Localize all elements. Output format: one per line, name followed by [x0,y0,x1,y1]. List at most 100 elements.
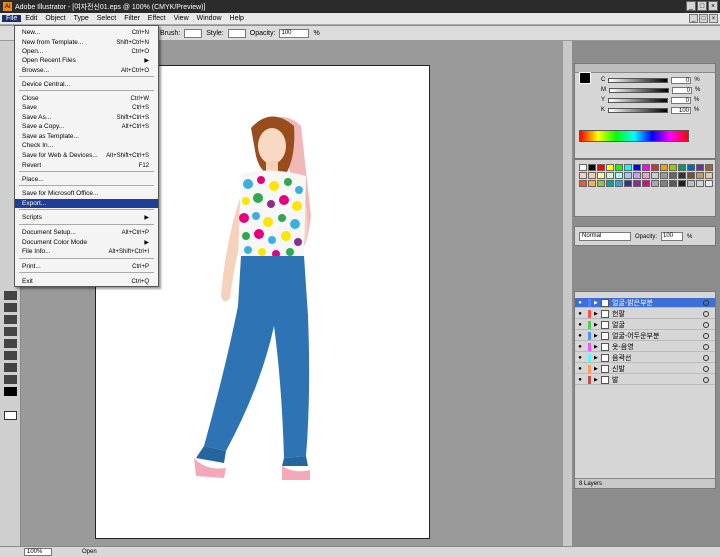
swatch[interactable] [597,180,605,187]
layer-target-icon[interactable] [703,299,709,306]
expand-triangle-icon[interactable]: ▶ [594,377,601,383]
file-menu-item[interactable]: Revert F12 [15,161,158,170]
expand-triangle-icon[interactable]: ▶ [594,311,601,317]
swatch[interactable] [687,164,695,171]
layer-target-icon[interactable] [703,354,709,361]
tool-icon[interactable] [4,291,17,300]
visibility-eye-icon[interactable]: ● [575,366,585,372]
expand-triangle-icon[interactable]: ▶ [594,344,601,350]
expand-triangle-icon[interactable]: ▶ [594,333,601,339]
fill-color-icon[interactable] [4,387,17,396]
swatch[interactable] [678,180,686,187]
file-menu-item[interactable]: New... Ctrl+N [15,28,158,37]
swatch[interactable] [588,172,596,179]
zoom-level-dropdown[interactable]: 100% [24,548,52,556]
file-menu-item[interactable]: Open Recent Files ▶ [15,56,158,65]
expand-triangle-icon[interactable]: ▶ [594,322,601,328]
swatch[interactable] [669,164,677,171]
swatch[interactable] [615,172,623,179]
file-menu-item[interactable]: Save a Copy... Alt+Ctrl+S [15,122,158,131]
file-menu-item[interactable]: Document Color Mode ▶ [15,238,158,247]
file-menu-item[interactable]: Save As... Shift+Ctrl+S [15,113,158,122]
layer-row[interactable]: ● ▶ 헌팔 [575,309,715,319]
swatch[interactable] [579,172,587,179]
swatch[interactable] [678,164,686,171]
file-menu-item[interactable]: File Info... Alt+Shift+Ctrl+I [15,247,158,256]
layer-row[interactable]: ● ▶ 얼굴-밝은부분 [575,298,715,308]
visibility-eye-icon[interactable]: ● [575,300,585,306]
vertical-scrollbar[interactable] [562,41,572,546]
doc-restore-button[interactable]: □ [699,14,708,23]
swatch[interactable] [642,180,650,187]
magenta-value[interactable]: 0 [672,86,692,94]
swatch[interactable] [579,164,587,171]
expand-triangle-icon[interactable]: ▶ [594,355,601,361]
cyan-slider[interactable] [608,77,669,83]
swatch[interactable] [642,172,650,179]
swatch[interactable] [606,172,614,179]
layer-target-icon[interactable] [703,310,709,317]
swatch[interactable] [705,180,713,187]
swatch[interactable] [588,180,596,187]
swatch[interactable] [687,172,695,179]
visibility-eye-icon[interactable]: ● [575,344,585,350]
blend-mode-dropdown[interactable]: Normal [579,232,631,241]
layer-row[interactable]: ● ▶ 음곽선 [575,353,715,363]
swatch[interactable] [678,172,686,179]
layer-row[interactable]: ● ▶ 옷-음영 [575,342,715,352]
swatch[interactable] [651,172,659,179]
minimize-button[interactable]: _ [686,1,696,11]
swatch[interactable] [696,164,704,171]
file-menu-item[interactable]: Check In... [15,141,158,150]
menu-type[interactable]: Type [70,15,93,22]
yellow-slider[interactable] [608,97,669,103]
swatch[interactable] [606,164,614,171]
color-panel-tab[interactable] [575,64,715,73]
doc-minimize-button[interactable]: _ [689,14,698,23]
layer-row[interactable]: ● ▶ 얼굴-어두운부분 [575,331,715,341]
close-button[interactable]: × [708,1,718,11]
opacity-input[interactable]: 100 [279,28,310,38]
fill-swatch-icon[interactable] [579,72,591,84]
magenta-slider[interactable] [609,87,669,93]
swatch[interactable] [615,180,623,187]
menu-help[interactable]: Help [226,15,248,22]
layer-row[interactable]: ● ▶ 얼굴 [575,320,715,330]
swatch[interactable] [633,164,641,171]
swatch[interactable] [624,164,632,171]
menu-object[interactable]: Object [41,15,69,22]
tool-icon[interactable] [4,375,17,384]
swatch[interactable] [660,164,668,171]
swatch[interactable] [705,164,713,171]
menu-view[interactable]: View [170,15,193,22]
file-menu-item[interactable]: Document Setup... Alt+Ctrl+P [15,228,158,237]
layer-row[interactable]: ● ▶ 발 [575,375,715,385]
swatch[interactable] [615,164,623,171]
swatch[interactable] [705,172,713,179]
visibility-eye-icon[interactable]: ● [575,322,585,328]
cyan-value[interactable]: 0 [671,76,692,84]
transparency-opacity-input[interactable]: 100 [661,232,684,241]
black-slider[interactable] [608,107,669,113]
visibility-eye-icon[interactable]: ● [575,311,585,317]
swatch[interactable] [660,172,668,179]
swatch[interactable] [669,180,677,187]
file-menu-item[interactable]: Save for Web & Devices... Alt+Shift+Ctrl+… [15,151,158,160]
file-menu-item[interactable]: Open... Ctrl+O [15,47,158,56]
tool-icon[interactable] [4,327,17,336]
swatch[interactable] [624,180,632,187]
swatch[interactable] [660,180,668,187]
swatch[interactable] [606,180,614,187]
layer-row[interactable]: ● ▶ 신발 [575,364,715,374]
brush-dropdown[interactable] [184,28,203,38]
tool-icon[interactable] [4,303,17,312]
layer-target-icon[interactable] [703,365,709,372]
swatch[interactable] [597,164,605,171]
doc-close-button[interactable]: × [709,14,718,23]
menu-effect[interactable]: Effect [144,15,170,22]
swatch[interactable] [588,164,596,171]
swatch[interactable] [669,172,677,179]
swatch[interactable] [651,164,659,171]
style-dropdown[interactable] [227,28,246,38]
file-menu-item[interactable]: Scripts ▶ [15,213,158,222]
